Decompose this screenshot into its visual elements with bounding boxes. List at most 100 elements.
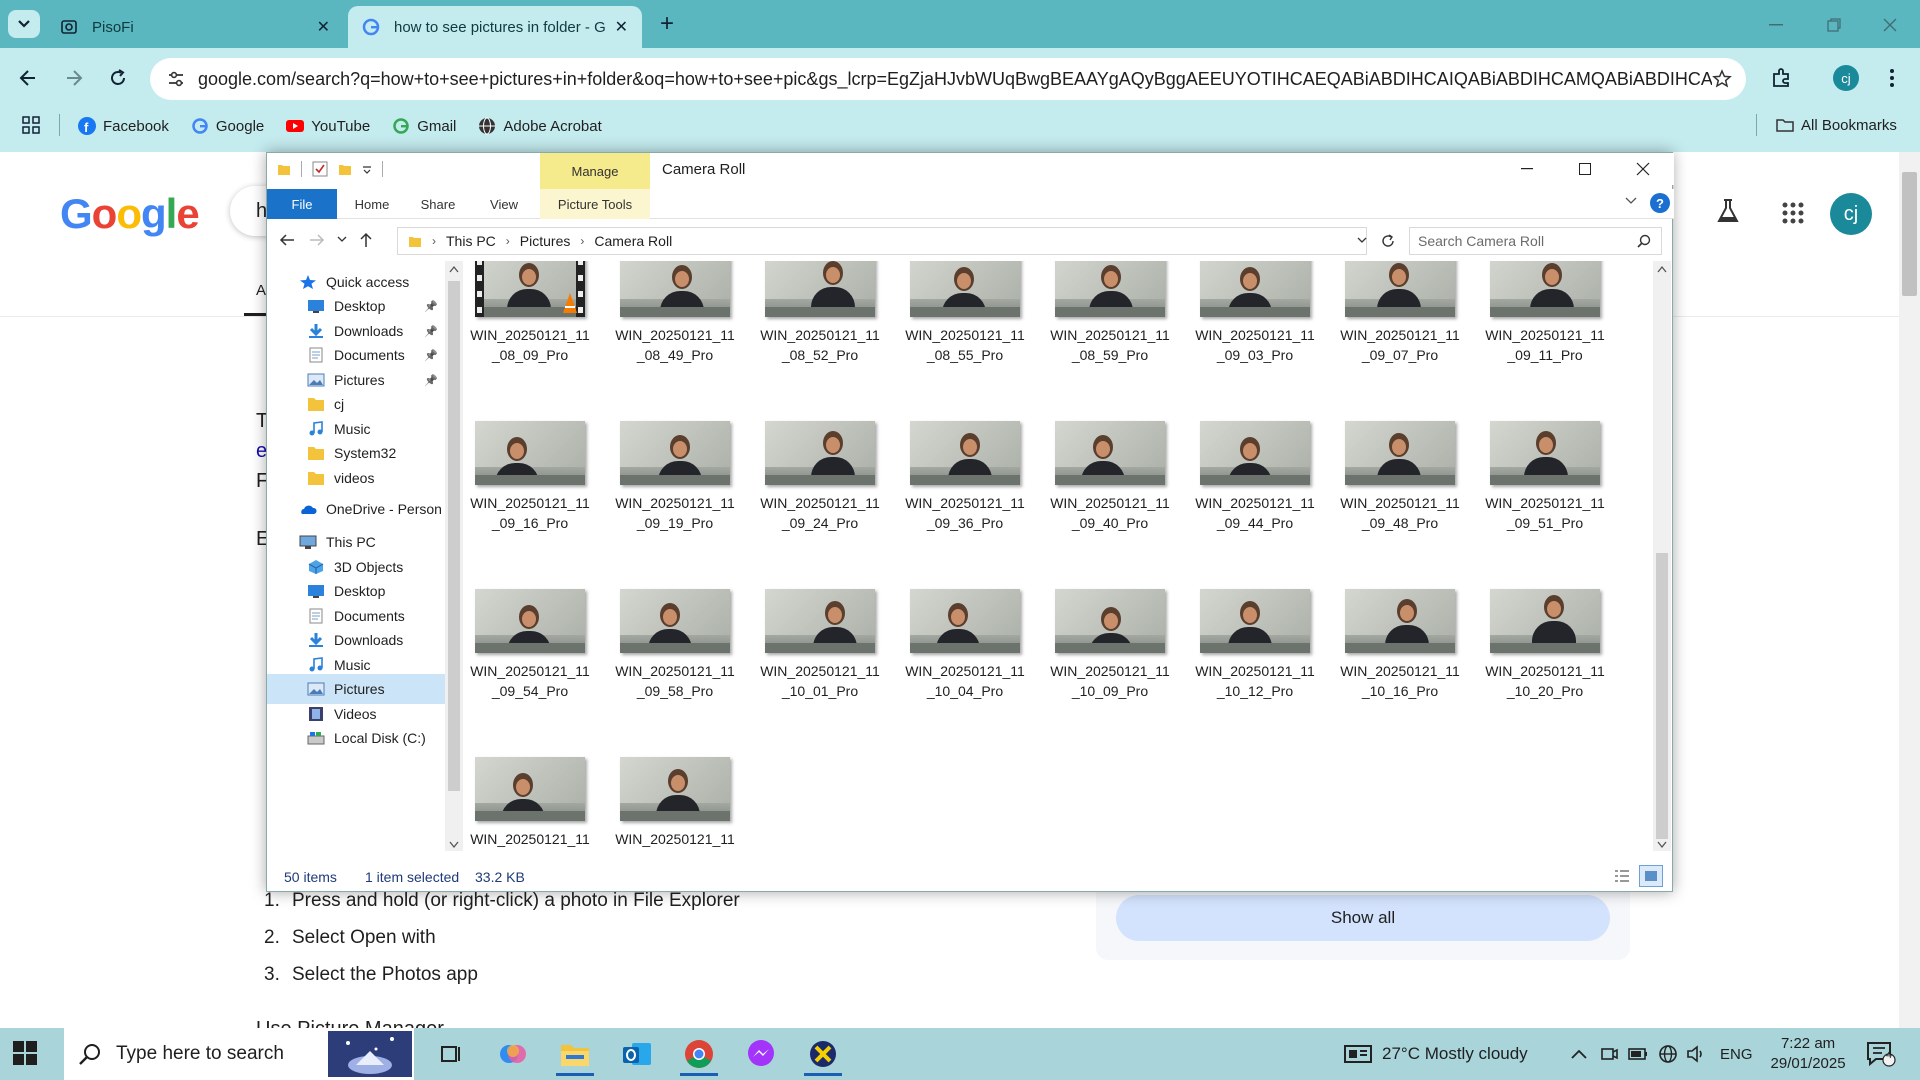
bookmark-star-icon[interactable] <box>1712 69 1732 89</box>
file-item[interactable]: WIN_20250121_11_09_40_Pro <box>1048 421 1172 561</box>
folder-icon[interactable] <box>277 162 291 176</box>
page-scrollbar-thumb[interactable] <box>1902 172 1917 296</box>
file-item[interactable]: WIN_20250121_11_10_16_Pro <box>1338 589 1462 729</box>
bookmark-facebook[interactable]: f Facebook <box>78 117 169 135</box>
start-button[interactable] <box>12 1040 38 1066</box>
file-item[interactable]: WIN_20250121_11_09_44_Pro <box>1193 421 1317 561</box>
new-tab-button[interactable]: + <box>652 10 682 40</box>
explorer-address-bar[interactable]: › This PC › Pictures › Camera Roll <box>397 227 1367 255</box>
site-info-icon[interactable] <box>166 69 186 89</box>
refresh-icon[interactable] <box>1380 233 1396 249</box>
reload-button[interactable] <box>102 62 134 94</box>
ribbon-tab-file[interactable]: File <box>267 189 337 219</box>
recent-locations-button[interactable] <box>337 236 347 244</box>
profile-avatar[interactable]: cj <box>1833 65 1859 91</box>
volume-icon[interactable] <box>1686 1045 1706 1063</box>
large-icons-view-icon[interactable] <box>1639 865 1663 887</box>
tab-pisofi[interactable]: PisoFi ✕ <box>46 6 344 48</box>
file-item[interactable]: WIN_20250121_11_10_04_Pro <box>903 589 1027 729</box>
address-bar[interactable]: google.com/search?q=how+to+see+pictures+… <box>150 58 1746 100</box>
bookmark-adobe-acrobat[interactable]: Adobe Acrobat <box>478 117 602 135</box>
file-item[interactable]: WIN_20250121_11_10_09_Pro <box>1048 589 1172 729</box>
extensions-button[interactable] <box>1766 62 1798 94</box>
chrome-menu-button[interactable] <box>1876 62 1908 94</box>
file-item[interactable]: WIN_20250121_11_09_48_Pro <box>1338 421 1462 561</box>
labs-flask-icon[interactable] <box>1716 198 1740 224</box>
task-view-button[interactable] <box>424 1032 478 1076</box>
file-item[interactable]: WIN_20250121_11_09_03_Pro <box>1193 261 1317 393</box>
minimize-button[interactable] <box>1756 10 1796 40</box>
nav-item-onedrive-person[interactable]: OneDrive - Person <box>267 494 445 524</box>
battery-icon[interactable] <box>1628 1047 1648 1061</box>
scroll-up-arrow-icon[interactable] <box>449 265 459 273</box>
taskbar-search-box[interactable]: Type here to search <box>64 1028 414 1080</box>
file-item[interactable]: WIN_20250121_11_08_59_Pro <box>1048 261 1172 393</box>
taskbar-messenger[interactable] <box>734 1032 788 1076</box>
breadcrumb-this-pc[interactable]: This PC <box>446 233 496 249</box>
file-item[interactable]: WIN_20250121_11_09_24_Pro <box>758 421 882 561</box>
file-item[interactable]: WIN_20250121_11_09_51_Pro <box>1483 421 1607 561</box>
back-button[interactable] <box>279 233 295 247</box>
address-dropdown-icon[interactable] <box>1357 237 1367 245</box>
network-globe-icon[interactable] <box>1658 1044 1678 1064</box>
close-tab-icon[interactable]: ✕ <box>615 17 628 37</box>
file-item[interactable]: WIN_20250121_11_09_07_Pro <box>1338 261 1462 393</box>
file-item[interactable]: WIN_20250121_11_09_16_Pro <box>468 421 592 561</box>
customize-toolbar-icon[interactable] <box>362 164 372 174</box>
clock[interactable]: 7:22 am 29/01/2025 <box>1771 1034 1846 1074</box>
file-item[interactable]: WIN_20250121_11_10_12_Pro <box>1193 589 1317 729</box>
explorer-close-button[interactable] <box>1614 153 1672 185</box>
google-apps-icon[interactable] <box>1782 202 1804 224</box>
explorer-maximize-button[interactable] <box>1556 153 1614 185</box>
file-item[interactable]: WIN_20250121_11_09_19_Pro <box>613 421 737 561</box>
language-indicator[interactable]: ENG <box>1720 1046 1753 1063</box>
nav-item-local-disk-c[interactable]: Local Disk (C:) <box>267 723 445 753</box>
tab-search-button[interactable] <box>8 10 40 38</box>
file-item[interactable]: WIN_20250121_11_09_11_Pro <box>1483 261 1607 393</box>
breadcrumb-pictures[interactable]: Pictures <box>520 233 571 249</box>
file-item[interactable]: WIN_20250121_11_08_55_Pro <box>903 261 1027 393</box>
scroll-up-arrow-icon[interactable] <box>1657 265 1667 273</box>
file-item[interactable]: WIN_20250121_11_08_09_Pro <box>468 261 592 393</box>
file-item[interactable]: WIN_20250121_11_08_52_Pro <box>758 261 882 393</box>
forward-button[interactable] <box>58 62 90 94</box>
content-scrollbar-thumb[interactable] <box>1656 553 1668 839</box>
google-logo[interactable]: Google <box>60 190 200 238</box>
apps-grid-icon[interactable] <box>22 116 40 134</box>
tab-google-search[interactable]: how to see pictures in folder - G ✕ <box>348 6 642 48</box>
weather-widget[interactable]: 27°C Mostly cloudy <box>1344 1028 1528 1080</box>
file-item[interactable]: WIN_20250121_11_10_20_Pro <box>1483 589 1607 729</box>
back-button[interactable] <box>12 62 44 94</box>
help-icon[interactable]: ? <box>1650 193 1670 213</box>
chevron-up-icon[interactable] <box>1570 1048 1588 1060</box>
google-account-avatar[interactable]: cj <box>1830 193 1872 235</box>
ribbon-tab-picture-tools[interactable]: Picture Tools <box>540 189 650 219</box>
file-item[interactable]: WIN_20250121_11_10_27_Pro <box>468 757 592 851</box>
forward-button[interactable] <box>309 233 325 247</box>
properties-check-icon[interactable] <box>312 161 328 177</box>
taskbar-chrome[interactable] <box>672 1032 726 1076</box>
new-folder-icon[interactable] <box>338 162 352 176</box>
maximize-button[interactable] <box>1814 10 1854 40</box>
close-tab-icon[interactable]: ✕ <box>317 17 330 37</box>
bookmark-google[interactable]: Google <box>191 117 264 135</box>
file-item[interactable]: WIN_20250121_11_09_36_Pro <box>903 421 1027 561</box>
show-all-button[interactable]: Show all <box>1116 895 1610 941</box>
taskbar-app[interactable] <box>796 1032 850 1076</box>
file-item[interactable]: WIN_20250121_11_10_30_Pro <box>613 757 737 851</box>
up-button[interactable] <box>359 232 373 248</box>
expand-ribbon-icon[interactable] <box>1625 197 1637 205</box>
file-item[interactable]: WIN_20250121_11_09_58_Pro <box>613 589 737 729</box>
nav-scrollbar-thumb[interactable] <box>448 281 460 791</box>
manage-contextual-tab[interactable]: Manage <box>540 153 650 189</box>
google-tab-all[interactable]: A <box>256 282 266 299</box>
nav-item-videos[interactable]: videos <box>267 463 445 493</box>
bookmark-gmail[interactable]: Gmail <box>392 117 456 135</box>
taskbar-outlook[interactable] <box>610 1032 664 1076</box>
notifications-button[interactable]: 4 <box>1866 1028 1896 1080</box>
file-item[interactable]: WIN_20250121_11_10_01_Pro <box>758 589 882 729</box>
file-item[interactable]: WIN_20250121_11_08_49_Pro <box>613 261 737 393</box>
ribbon-tab-view[interactable]: View <box>473 189 535 219</box>
bookmark-youtube[interactable]: YouTube <box>286 117 370 135</box>
scroll-down-arrow-icon[interactable] <box>1657 841 1667 849</box>
